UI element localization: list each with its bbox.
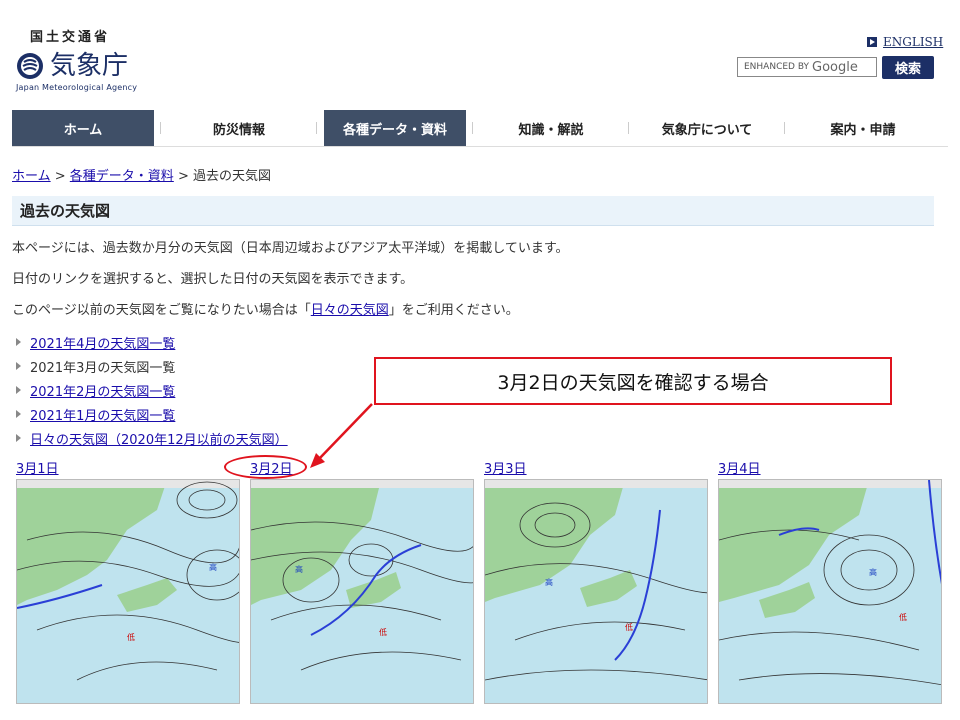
logo-text: 気象庁 [50, 51, 129, 81]
play-icon [867, 37, 877, 47]
link-2021-02[interactable]: 2021年2月の天気図一覧 [30, 381, 175, 400]
link-2021-01[interactable]: 2021年1月の天気図一覧 [30, 405, 175, 424]
intro-line-2: 日付のリンクを選択すると、選択した日付の天気図を表示できます。 [12, 272, 414, 287]
global-nav: ホーム 防災情報 各種データ・資料 知識・解説 気象庁について 案内・申請 [12, 110, 948, 147]
nav-data[interactable]: 各種データ・資料 [324, 110, 466, 146]
breadcrumb-current: 過去の天気図 [192, 169, 271, 184]
weather-map-thumbnail[interactable]: 低 高 [16, 479, 240, 704]
daily-maps-link[interactable]: 日々の天気図 [311, 303, 389, 318]
intro-line-3: このページ以前の天気図をご覧になりたい場合は「日々の天気図」をご利用ください。 [12, 299, 519, 318]
weather-map-thumbnail[interactable]: 低 高 [250, 479, 474, 704]
list-item: 2021年1月の天気図一覧 [16, 402, 288, 426]
weather-map-image: 低 高 [17, 480, 239, 703]
nav-disaster[interactable]: 防災情報 [168, 110, 310, 146]
breadcrumb: ホーム > 各種データ・資料 > 過去の天気図 [12, 165, 271, 184]
site-header: 国土交通省 気象庁 Japan Meteorological Agency EN… [12, 12, 948, 108]
month-link-list: 2021年4月の天気図一覧 2021年3月の天気図一覧 2021年2月の天気図一… [16, 330, 288, 450]
intro-line-3-pre: このページ以前の天気図をご覧になりたい場合は「 [12, 303, 311, 318]
ministry-name: 国土交通省 [30, 30, 111, 45]
nav-divider [310, 110, 324, 146]
highlight-ellipse [224, 455, 307, 479]
instruction-callout: 3月2日の天気図を確認する場合 [374, 357, 892, 405]
breadcrumb-home[interactable]: ホーム [12, 169, 51, 184]
breadcrumb-sep: > [173, 169, 193, 184]
bullet-arrow-icon [16, 386, 21, 394]
svg-text:低: 低 [127, 632, 135, 642]
weather-map-image: 低 高 [719, 480, 941, 703]
svg-text:高: 高 [869, 567, 877, 577]
jma-emblem-icon [17, 53, 43, 79]
intro-line-3-post: 」をご利用ください。 [388, 303, 519, 318]
english-link[interactable]: ENGLISH [883, 35, 943, 49]
link-2021-04[interactable]: 2021年4月の天気図一覧 [30, 333, 175, 352]
bullet-arrow-icon [16, 338, 21, 346]
nav-divider [466, 110, 480, 146]
weather-map-image: 低 高 [485, 480, 707, 703]
bullet-arrow-icon [16, 434, 21, 442]
list-item: 2021年3月の天気図一覧 [16, 354, 288, 378]
svg-text:高: 高 [209, 562, 217, 572]
list-item: 2021年4月の天気図一覧 [16, 330, 288, 354]
link-daily-maps[interactable]: 日々の天気図（2020年12月以前の天気図） [30, 429, 288, 448]
svg-text:高: 高 [545, 577, 553, 587]
breadcrumb-data[interactable]: 各種データ・資料 [70, 169, 174, 184]
logo-english: Japan Meteorological Agency [16, 83, 138, 92]
english-link-wrap: ENGLISH [867, 35, 943, 49]
list-item: 日々の天気図（2020年12月以前の天気図） [16, 426, 288, 450]
weather-map-thumbnail[interactable]: 低 高 [484, 479, 708, 704]
list-item: 2021年2月の天気図一覧 [16, 378, 288, 402]
intro-line-1: 本ページには、過去数か月分の天気図（日本周辺域およびアジア太平洋域）を掲載してい… [12, 241, 569, 256]
weather-map-thumbnail[interactable]: 低 高 [718, 479, 942, 704]
current-month-label: 2021年3月の天気図一覧 [30, 360, 176, 376]
nav-divider [622, 110, 636, 146]
nav-home[interactable]: ホーム [12, 110, 154, 146]
nav-divider [778, 110, 792, 146]
svg-text:低: 低 [379, 627, 387, 637]
search-placeholder: ENHANCED BY [744, 62, 810, 72]
nav-about[interactable]: 気象庁について [636, 110, 778, 146]
jma-logo[interactable]: 気象庁 [16, 52, 128, 80]
date-link-0304[interactable]: 3月4日 [718, 458, 761, 477]
svg-text:高: 高 [295, 564, 303, 574]
google-brand: Google [812, 59, 858, 75]
breadcrumb-sep: > [50, 169, 70, 184]
nav-knowledge[interactable]: 知識・解説 [480, 110, 622, 146]
search-input[interactable]: ENHANCED BY Google [737, 57, 877, 77]
svg-text:低: 低 [625, 622, 633, 632]
bullet-arrow-icon [16, 410, 21, 418]
date-link-0303[interactable]: 3月3日 [484, 458, 527, 477]
search-button[interactable]: 検索 [882, 56, 934, 79]
weather-map-image: 低 高 [251, 480, 473, 703]
nav-divider [154, 110, 168, 146]
bullet-arrow-icon [16, 362, 21, 370]
page-title: 過去の天気図 [12, 196, 934, 226]
nav-guide[interactable]: 案内・申請 [792, 110, 934, 146]
page: 国土交通省 気象庁 Japan Meteorological Agency EN… [12, 12, 948, 717]
svg-text:低: 低 [899, 612, 907, 622]
date-link-0301[interactable]: 3月1日 [16, 458, 59, 477]
